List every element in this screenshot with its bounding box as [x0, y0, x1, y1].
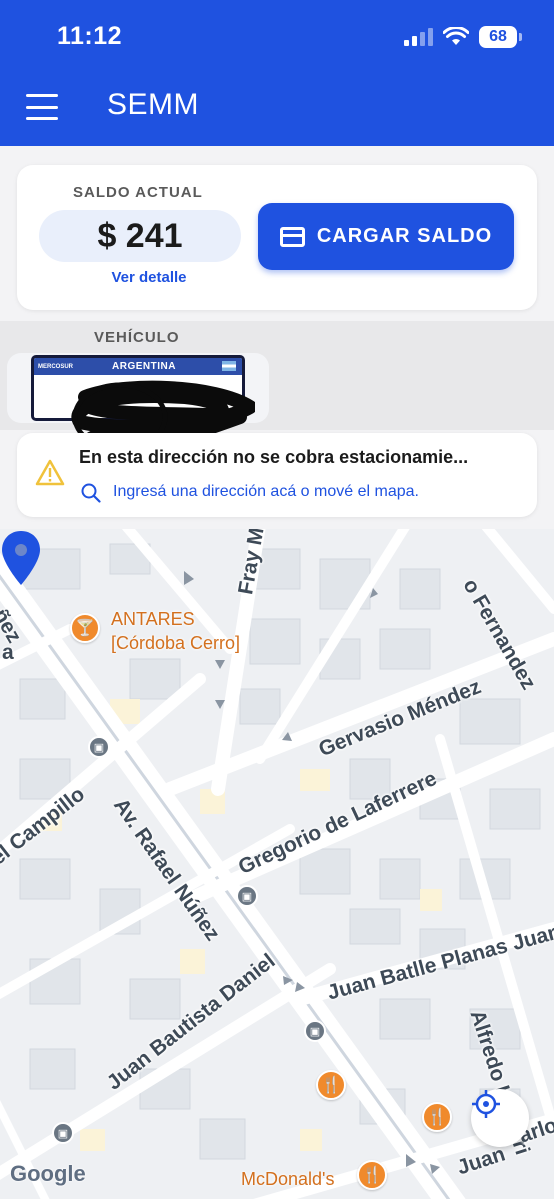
- poi-name[interactable]: McDonald's: [241, 1169, 334, 1190]
- status-time: 11:12: [57, 22, 123, 50]
- cocktail-icon[interactable]: 🍸: [70, 613, 100, 643]
- restaurant-icon[interactable]: 🍴: [422, 1102, 452, 1132]
- plate-header: MERCOSUR ARGENTINA: [34, 358, 242, 375]
- vehicle-card[interactable]: MERCOSUR ARGENTINA: [7, 353, 269, 457]
- vehicle-label: VEHÍCULO: [94, 329, 180, 346]
- plate-country: ARGENTINA: [112, 361, 176, 372]
- cellular-signal-icon: [404, 28, 433, 46]
- poi-subname[interactable]: [Córdoba Cerro]: [111, 633, 240, 654]
- balance-card: SALDO ACTUAL $ 241 Ver detalle CARGAR SA…: [17, 165, 537, 310]
- app-title: SEMM: [107, 88, 199, 121]
- restaurant-icon[interactable]: 🍴: [357, 1160, 387, 1190]
- street-label: a: [2, 641, 14, 664]
- google-attribution: Google: [10, 1161, 86, 1187]
- poi-name[interactable]: ANTARES: [111, 609, 195, 630]
- load-balance-button[interactable]: CARGAR SALDO: [258, 203, 514, 270]
- map-view[interactable]: Fray M o Fernandez ñez a Gervasio Méndez…: [0, 529, 554, 1199]
- address-card[interactable]: En esta dirección no se cobra estacionam…: [17, 433, 537, 517]
- bus-stop-icon[interactable]: ▣: [236, 885, 258, 907]
- search-icon: [81, 483, 101, 503]
- balance-label: SALDO ACTUAL: [73, 184, 203, 201]
- credit-card-icon: [279, 226, 305, 247]
- battery-icon: 68: [479, 26, 522, 48]
- load-balance-label: CARGAR SALDO: [316, 225, 493, 247]
- plate-prefix: MERCOSUR: [38, 363, 74, 370]
- google-logo-text: Google: [10, 1161, 86, 1186]
- bus-stop-icon[interactable]: ▣: [88, 736, 110, 758]
- warning-icon: [35, 459, 65, 486]
- address-status-text: En esta dirección no se cobra estacionam…: [79, 447, 469, 467]
- menu-button[interactable]: [26, 94, 58, 120]
- location-pin-icon[interactable]: [0, 529, 42, 587]
- wifi-icon: [443, 27, 469, 45]
- view-detail-link[interactable]: Ver detalle: [39, 269, 259, 286]
- app-header: 11:12 68 SEMM: [0, 0, 554, 146]
- my-location-button[interactable]: [471, 1089, 529, 1147]
- argentina-flag-icon: [222, 361, 236, 371]
- bus-stop-icon[interactable]: ▣: [304, 1020, 326, 1042]
- vehicle-section: VEHÍCULO MERCOSUR ARGENTINA: [0, 321, 554, 457]
- address-search-hint[interactable]: Ingresá una dirección acá o mové el mapa…: [113, 483, 419, 501]
- restaurant-icon[interactable]: 🍴: [316, 1070, 346, 1100]
- bus-stop-icon[interactable]: ▣: [52, 1122, 74, 1144]
- status-icons: 68: [404, 24, 522, 50]
- crosshair-icon: [472, 1090, 500, 1118]
- balance-amount: $ 241: [39, 210, 241, 262]
